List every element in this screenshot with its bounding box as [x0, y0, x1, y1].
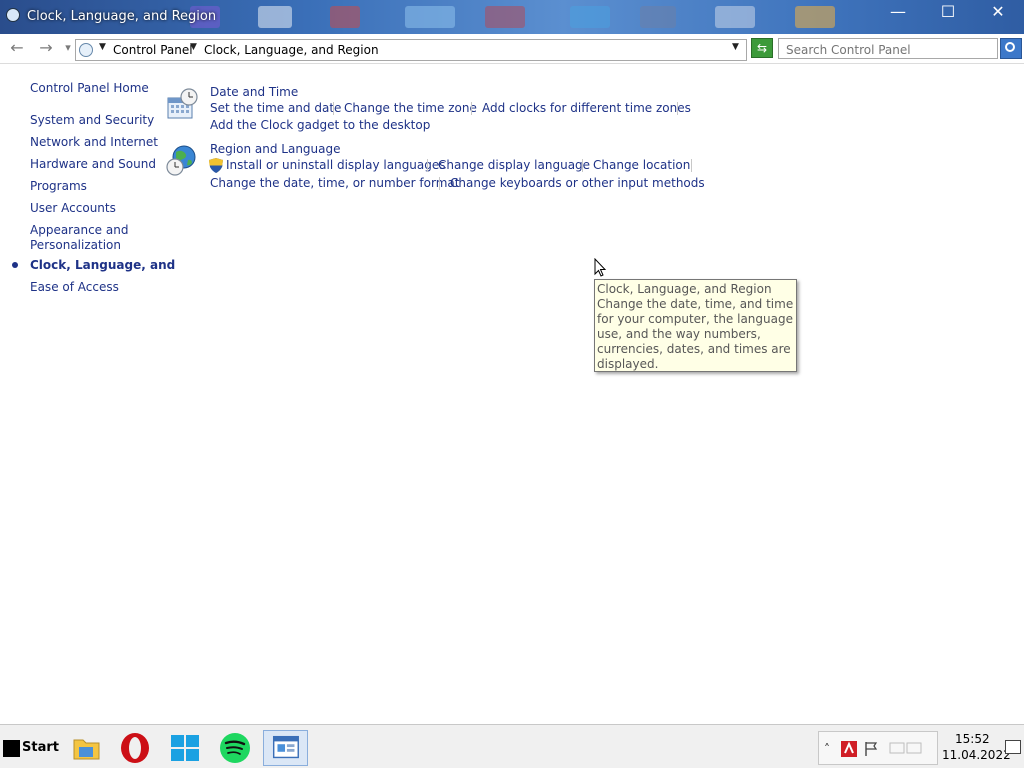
maximize-button[interactable]: ☐: [924, 0, 972, 26]
close-button[interactable]: ✕: [974, 0, 1022, 26]
network-icon[interactable]: [889, 742, 923, 756]
tray-expand-icon[interactable]: ˄: [824, 742, 830, 756]
refresh-button[interactable]: ⇆: [751, 38, 773, 58]
file-explorer-icon[interactable]: [66, 730, 106, 766]
tooltip-line: Clock, Language, and Region: [597, 282, 772, 296]
start-label: Start: [22, 740, 59, 755]
breadcrumb-control-panel[interactable]: Control Panel: [113, 43, 193, 57]
control-panel-icon[interactable]: [263, 730, 308, 766]
task-add-clocks[interactable]: Add clocks for different time zones: [482, 101, 691, 115]
breadcrumb[interactable]: ▼ Control Panel ▼ Clock, Language, and R…: [75, 39, 747, 61]
uac-shield-icon: [209, 158, 223, 173]
search-button[interactable]: [1000, 38, 1022, 59]
task-change-date-format[interactable]: Change the date, time, or number format: [210, 176, 459, 190]
sidebar-item-ease-of-access[interactable]: Ease of Access: [30, 280, 119, 295]
category-region-language[interactable]: Region and Language: [210, 142, 341, 156]
task-separator: [471, 102, 472, 115]
opera-icon[interactable]: [115, 730, 155, 766]
breadcrumb-arrow-icon[interactable]: ▼: [190, 42, 197, 52]
taskbar: Start ˄: [0, 724, 1024, 768]
task-separator: [582, 159, 583, 172]
breadcrumb-clock-language-region[interactable]: Clock, Language, and Region: [204, 43, 379, 57]
system-tray: ˄: [818, 731, 938, 765]
tooltip-line: Change the date, time, and time zone: [597, 297, 794, 311]
sidebar-item-personalization[interactable]: Personalization: [30, 238, 121, 253]
search-input[interactable]: [778, 38, 998, 59]
sidebar-item-programs[interactable]: Programs: [30, 179, 87, 194]
sidebar-item-network-internet[interactable]: Network and Internet: [30, 135, 158, 150]
task-separator: [333, 102, 334, 115]
clock-time[interactable]: 15:52: [955, 732, 990, 746]
breadcrumb-arrow-icon[interactable]: ▼: [99, 42, 106, 52]
tooltip-line: for your computer, the language to: [597, 312, 794, 326]
search-icon: [1005, 42, 1015, 52]
control-panel-icon: [6, 8, 20, 22]
task-add-clock-gadget[interactable]: Add the Clock gadget to the desktop: [210, 118, 430, 132]
sidebar-item-appearance[interactable]: Appearance and: [30, 223, 128, 238]
active-bullet-icon: [12, 262, 18, 268]
task-separator: [677, 102, 678, 115]
mouse-cursor-icon: [594, 258, 607, 277]
task-set-time-date[interactable]: Set the time and date: [210, 101, 341, 115]
start-button[interactable]: Start: [3, 739, 59, 757]
address-dropdown-icon[interactable]: ▼: [732, 42, 739, 52]
task-change-location[interactable]: Change location: [593, 158, 690, 172]
flag-icon[interactable]: [864, 741, 880, 757]
control-panel-icon: [79, 43, 93, 57]
forward-button[interactable]: →: [36, 39, 56, 59]
task-separator: [439, 177, 440, 190]
sidebar-control-panel-home[interactable]: Control Panel Home: [30, 81, 149, 96]
show-desktop-button[interactable]: [1005, 740, 1021, 754]
task-separator: [691, 159, 692, 172]
title-bar[interactable]: Clock, Language, and Region — ☐ ✕: [0, 0, 1024, 34]
task-change-display-language[interactable]: Change display language: [438, 158, 590, 172]
tooltip-line: currencies, dates, and times are: [597, 342, 791, 356]
sidebar-item-clock-language[interactable]: Clock, Language, and: [30, 258, 175, 273]
antivirus-icon[interactable]: [841, 741, 857, 757]
task-change-keyboards[interactable]: Change keyboards or other input methods: [450, 176, 705, 190]
windows-store-icon[interactable]: [165, 730, 205, 766]
sidebar-item-user-accounts[interactable]: User Accounts: [30, 201, 116, 216]
sidebar-item-system-security[interactable]: System and Security: [30, 113, 154, 128]
minimize-button[interactable]: —: [874, 0, 922, 26]
task-separator: [427, 159, 428, 172]
back-button[interactable]: ←: [7, 39, 27, 59]
tooltip: Clock, Language, and Region Change the d…: [594, 279, 797, 372]
task-change-time-zone[interactable]: Change the time zone: [344, 101, 477, 115]
category-date-time[interactable]: Date and Time: [210, 85, 298, 99]
calendar-clock-icon[interactable]: [166, 88, 198, 122]
clock-date[interactable]: 11.04.2022: [942, 748, 1011, 762]
globe-clock-icon[interactable]: [166, 144, 198, 178]
tooltip-line: use, and the way numbers,: [597, 327, 761, 341]
task-install-display-languages[interactable]: Install or uninstall display languages: [226, 158, 446, 172]
start-icon: [3, 740, 20, 757]
sidebar-item-hardware-sound[interactable]: Hardware and Sound: [30, 157, 156, 172]
window-title: Clock, Language, and Region: [27, 9, 217, 24]
spotify-icon[interactable]: [215, 730, 255, 766]
tooltip-line: displayed.: [597, 357, 659, 371]
